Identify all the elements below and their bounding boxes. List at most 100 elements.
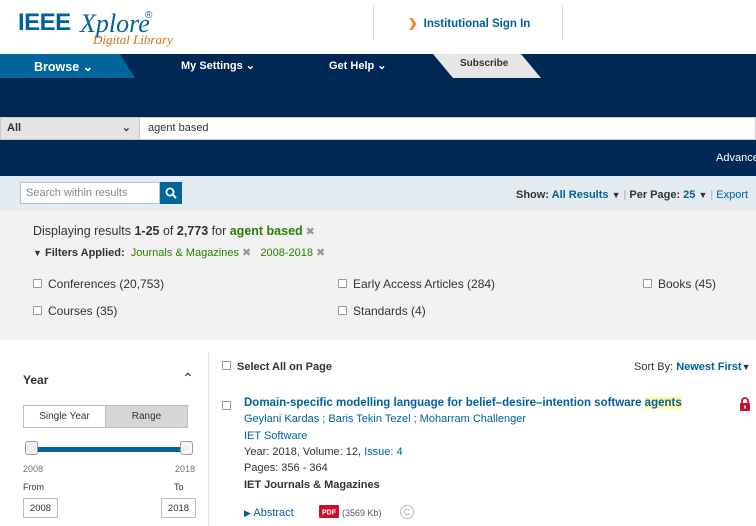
select-all-checkbox[interactable]: Select All on Page bbox=[222, 361, 332, 373]
abstract-label: Abstract bbox=[253, 507, 294, 519]
facet-standards[interactable]: Standards (4) bbox=[338, 304, 426, 318]
result-year-volume: Year: 2018, Volume: 12, Issue: 4 bbox=[244, 446, 403, 458]
single-year-tab[interactable]: Single Year bbox=[24, 406, 105, 427]
remove-filter-icon[interactable]: ✖ bbox=[242, 247, 251, 259]
displaying-prefix: Displaying results bbox=[33, 224, 131, 238]
result-checkbox[interactable] bbox=[222, 399, 237, 413]
caret-down-icon[interactable]: ▼ bbox=[33, 248, 42, 258]
facet-checkbox[interactable] bbox=[643, 279, 652, 288]
nav-band bbox=[0, 78, 756, 117]
to-label: To bbox=[174, 482, 184, 492]
svg-text:PDF: PDF bbox=[322, 510, 337, 517]
year-slider-track[interactable] bbox=[28, 447, 188, 452]
range-tab[interactable]: Range bbox=[105, 406, 187, 427]
header-divider bbox=[562, 6, 563, 40]
year-from-input[interactable]: 2008 bbox=[23, 498, 58, 518]
result-title-highlight: agents bbox=[644, 397, 682, 409]
search-within-input[interactable]: Search within results bbox=[20, 182, 160, 204]
year-mode-toggle: Single Year Range bbox=[23, 405, 188, 428]
caret-right-icon: ▶ bbox=[244, 508, 251, 518]
facet-books[interactable]: Books (45) bbox=[643, 277, 716, 291]
export-link[interactable]: Export bbox=[716, 189, 748, 201]
advanced-search-link[interactable]: Advanced bbox=[716, 152, 756, 164]
facet-label: Standards (4) bbox=[353, 304, 426, 318]
slider-min-label: 2008 bbox=[23, 464, 44, 474]
facet-courses[interactable]: Courses (35) bbox=[33, 304, 117, 318]
digital-library-logo-text: Digital Library bbox=[93, 32, 173, 47]
year-slider-handle-min[interactable] bbox=[25, 441, 38, 455]
result-authors[interactable]: Geylani Kardas ; Baris Tekin Tezel ; Moh… bbox=[244, 413, 526, 425]
browse-label: Browse bbox=[34, 60, 80, 74]
issue-link[interactable]: Issue: 4 bbox=[364, 446, 403, 458]
filter-chip-label: 2008-2018 bbox=[260, 247, 313, 259]
header-divider bbox=[373, 6, 374, 40]
year-volume-text: Year: 2018, Volume: 12, bbox=[244, 446, 365, 458]
institutional-sign-in-label: Institutional Sign In bbox=[423, 18, 531, 30]
year-to-input[interactable]: 2018 bbox=[161, 498, 196, 518]
remove-query-icon[interactable]: ✖ bbox=[306, 226, 315, 238]
lock-icon bbox=[739, 397, 751, 414]
year-filter-title: Year bbox=[23, 373, 49, 387]
copyright-icon[interactable]: C bbox=[400, 505, 414, 519]
facet-conferences[interactable]: Conferences (20,753) bbox=[33, 277, 164, 291]
remove-filter-icon[interactable]: ✖ bbox=[316, 247, 325, 259]
sort-by-label: Sort By: bbox=[634, 361, 674, 373]
registered-mark: ® bbox=[145, 10, 153, 21]
filters-applied-row: ▼ Filters Applied: Journals & Magazines ✖… bbox=[33, 246, 325, 259]
for-text: for bbox=[211, 224, 227, 238]
get-help-menu[interactable]: Get Help ⌄ bbox=[329, 59, 387, 72]
results-count-line: Displaying results 1-25 of 2,773 for age… bbox=[33, 224, 315, 238]
slider-max-label: 2018 bbox=[175, 464, 196, 474]
search-icon bbox=[165, 187, 177, 199]
caret-down-icon: ▼ bbox=[741, 362, 751, 372]
result-title-link[interactable]: Domain-specific modelling language for b… bbox=[244, 397, 682, 409]
chevron-down-icon: ⌄ bbox=[121, 122, 131, 134]
caret-down-icon: ▼ bbox=[611, 190, 621, 200]
search-scope-select[interactable]: All ⌄ bbox=[0, 117, 140, 140]
get-help-label: Get Help bbox=[329, 60, 375, 72]
per-page-label: Per Page: bbox=[629, 189, 681, 201]
ieee-logo-text[interactable]: IEEE bbox=[18, 9, 71, 37]
search-band bbox=[0, 140, 756, 176]
per-page-select[interactable]: 25 bbox=[683, 189, 695, 201]
checkbox[interactable] bbox=[222, 361, 231, 370]
my-settings-menu[interactable]: My Settings ⌄ bbox=[181, 59, 255, 72]
facet-label: Courses (35) bbox=[48, 304, 118, 318]
caret-down-icon: ▼ bbox=[698, 190, 708, 200]
facet-checkbox[interactable] bbox=[33, 306, 42, 315]
facet-early-access[interactable]: Early Access Articles (284) bbox=[338, 277, 495, 291]
filters-applied-label: Filters Applied: bbox=[44, 247, 125, 259]
facet-label: Books (45) bbox=[658, 277, 717, 291]
filter-chip-label: Journals & Magazines bbox=[130, 247, 239, 259]
facet-checkbox[interactable] bbox=[338, 306, 347, 315]
search-input[interactable]: agent based bbox=[140, 117, 756, 140]
facet-checkbox[interactable] bbox=[33, 279, 42, 288]
select-all-label: Select All on Page bbox=[237, 361, 332, 373]
search-within-button[interactable] bbox=[160, 182, 182, 204]
sort-by-control[interactable]: Sort By: Newest First▼ bbox=[634, 361, 751, 373]
checkbox[interactable] bbox=[222, 401, 231, 410]
facet-label: Early Access Articles (284) bbox=[353, 277, 496, 291]
chevron-down-icon: ⌄ bbox=[82, 60, 94, 74]
result-publication-type: IET Journals & Magazines bbox=[244, 479, 380, 491]
separator: | bbox=[623, 189, 627, 201]
pdf-icon[interactable]: PDF bbox=[319, 505, 339, 518]
year-slider-handle-max[interactable] bbox=[180, 441, 193, 455]
sort-by-value: Newest First bbox=[676, 361, 742, 373]
result-title-text: Domain-specific modelling language for b… bbox=[244, 397, 645, 409]
separator: | bbox=[710, 189, 714, 201]
show-select[interactable]: All Results bbox=[552, 189, 609, 201]
collapse-icon[interactable]: ⌃ bbox=[182, 370, 194, 387]
browse-menu[interactable]: Browse ⌄ bbox=[0, 54, 135, 78]
institutional-sign-in-link[interactable]: ❯ Institutional Sign In bbox=[408, 16, 530, 30]
facet-label: Conferences (20,753) bbox=[48, 277, 165, 291]
abstract-toggle[interactable]: ▶ Abstract bbox=[244, 507, 294, 519]
result-publication-link[interactable]: IET Software bbox=[244, 430, 307, 442]
pdf-size: (3569 Kb) bbox=[342, 508, 382, 518]
of-text: of bbox=[162, 224, 174, 238]
results-controls: Show: All Results ▼ | Per Page: 25 ▼ | Expor… bbox=[516, 189, 748, 201]
facet-checkbox[interactable] bbox=[338, 279, 347, 288]
show-label: Show: bbox=[516, 189, 549, 201]
from-label: From bbox=[23, 482, 44, 492]
chevron-down-icon: ⌄ bbox=[377, 60, 387, 72]
